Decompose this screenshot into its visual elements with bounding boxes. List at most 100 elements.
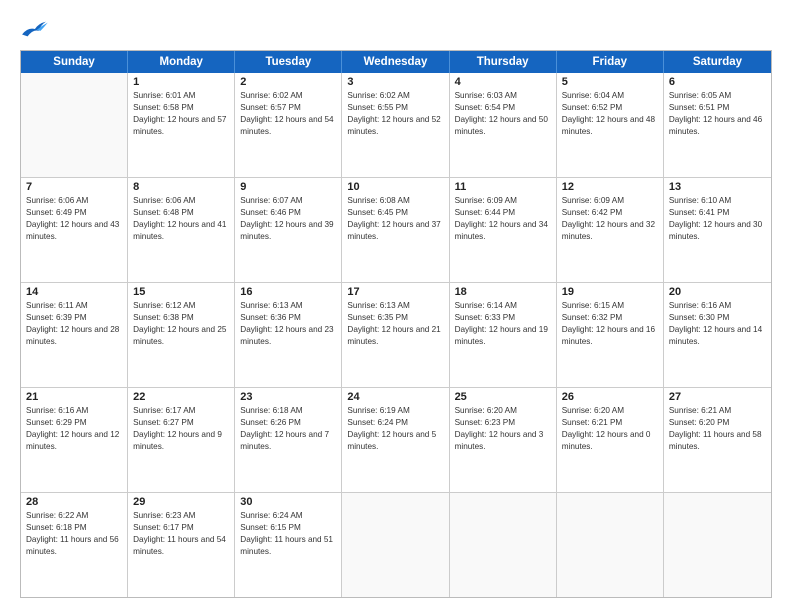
logo-icon: [20, 18, 48, 40]
calendar-cell: 26 Sunrise: 6:20 AM Sunset: 6:21 PM Dayl…: [557, 388, 664, 492]
day-number: 6: [669, 76, 766, 88]
calendar: SundayMondayTuesdayWednesdayThursdayFrid…: [20, 50, 772, 598]
day-number: 14: [26, 286, 122, 298]
sunrise-text: Sunrise: 6:06 AM: [133, 195, 229, 207]
daylight-text: Daylight: 11 hours and 56 minutes.: [26, 534, 122, 558]
page: SundayMondayTuesdayWednesdayThursdayFrid…: [0, 0, 792, 612]
sunset-text: Sunset: 6:27 PM: [133, 417, 229, 429]
header: [20, 18, 772, 40]
calendar-cell: 15 Sunrise: 6:12 AM Sunset: 6:38 PM Dayl…: [128, 283, 235, 387]
sunset-text: Sunset: 6:24 PM: [347, 417, 443, 429]
sunrise-text: Sunrise: 6:03 AM: [455, 90, 551, 102]
sunrise-text: Sunrise: 6:18 AM: [240, 405, 336, 417]
day-number: 19: [562, 286, 658, 298]
day-number: 21: [26, 391, 122, 403]
sunrise-text: Sunrise: 6:15 AM: [562, 300, 658, 312]
daylight-text: Daylight: 12 hours and 21 minutes.: [347, 324, 443, 348]
daylight-text: Daylight: 12 hours and 34 minutes.: [455, 219, 551, 243]
daylight-text: Daylight: 12 hours and 5 minutes.: [347, 429, 443, 453]
day-number: 16: [240, 286, 336, 298]
sunrise-text: Sunrise: 6:09 AM: [455, 195, 551, 207]
daylight-text: Daylight: 12 hours and 0 minutes.: [562, 429, 658, 453]
daylight-text: Daylight: 12 hours and 39 minutes.: [240, 219, 336, 243]
header-day-thursday: Thursday: [450, 51, 557, 73]
daylight-text: Daylight: 12 hours and 52 minutes.: [347, 114, 443, 138]
sunset-text: Sunset: 6:54 PM: [455, 102, 551, 114]
day-number: 12: [562, 181, 658, 193]
sunset-text: Sunset: 6:55 PM: [347, 102, 443, 114]
sunrise-text: Sunrise: 6:20 AM: [455, 405, 551, 417]
calendar-row-4: 21 Sunrise: 6:16 AM Sunset: 6:29 PM Dayl…: [21, 387, 771, 492]
sunset-text: Sunset: 6:33 PM: [455, 312, 551, 324]
daylight-text: Daylight: 12 hours and 19 minutes.: [455, 324, 551, 348]
calendar-cell: 1 Sunrise: 6:01 AM Sunset: 6:58 PM Dayli…: [128, 73, 235, 177]
daylight-text: Daylight: 12 hours and 7 minutes.: [240, 429, 336, 453]
day-number: 4: [455, 76, 551, 88]
logo: [20, 18, 52, 40]
daylight-text: Daylight: 11 hours and 58 minutes.: [669, 429, 766, 453]
daylight-text: Daylight: 12 hours and 12 minutes.: [26, 429, 122, 453]
calendar-cell: 14 Sunrise: 6:11 AM Sunset: 6:39 PM Dayl…: [21, 283, 128, 387]
calendar-cell: 2 Sunrise: 6:02 AM Sunset: 6:57 PM Dayli…: [235, 73, 342, 177]
sunset-text: Sunset: 6:17 PM: [133, 522, 229, 534]
calendar-cell: 19 Sunrise: 6:15 AM Sunset: 6:32 PM Dayl…: [557, 283, 664, 387]
sunset-text: Sunset: 6:46 PM: [240, 207, 336, 219]
sunrise-text: Sunrise: 6:20 AM: [562, 405, 658, 417]
day-number: 23: [240, 391, 336, 403]
sunset-text: Sunset: 6:23 PM: [455, 417, 551, 429]
calendar-cell: 5 Sunrise: 6:04 AM Sunset: 6:52 PM Dayli…: [557, 73, 664, 177]
day-number: 1: [133, 76, 229, 88]
daylight-text: Daylight: 12 hours and 41 minutes.: [133, 219, 229, 243]
calendar-cell: 12 Sunrise: 6:09 AM Sunset: 6:42 PM Dayl…: [557, 178, 664, 282]
calendar-cell: [21, 73, 128, 177]
sunset-text: Sunset: 6:49 PM: [26, 207, 122, 219]
day-number: 11: [455, 181, 551, 193]
sunrise-text: Sunrise: 6:16 AM: [26, 405, 122, 417]
calendar-cell: 27 Sunrise: 6:21 AM Sunset: 6:20 PM Dayl…: [664, 388, 771, 492]
daylight-text: Daylight: 12 hours and 9 minutes.: [133, 429, 229, 453]
calendar-cell: 28 Sunrise: 6:22 AM Sunset: 6:18 PM Dayl…: [21, 493, 128, 597]
daylight-text: Daylight: 12 hours and 3 minutes.: [455, 429, 551, 453]
sunset-text: Sunset: 6:30 PM: [669, 312, 766, 324]
day-number: 24: [347, 391, 443, 403]
sunrise-text: Sunrise: 6:06 AM: [26, 195, 122, 207]
calendar-cell: 29 Sunrise: 6:23 AM Sunset: 6:17 PM Dayl…: [128, 493, 235, 597]
sunset-text: Sunset: 6:20 PM: [669, 417, 766, 429]
calendar-cell: [342, 493, 449, 597]
calendar-cell: 17 Sunrise: 6:13 AM Sunset: 6:35 PM Dayl…: [342, 283, 449, 387]
daylight-text: Daylight: 12 hours and 28 minutes.: [26, 324, 122, 348]
sunrise-text: Sunrise: 6:14 AM: [455, 300, 551, 312]
sunset-text: Sunset: 6:42 PM: [562, 207, 658, 219]
calendar-header: SundayMondayTuesdayWednesdayThursdayFrid…: [21, 51, 771, 73]
calendar-cell: 11 Sunrise: 6:09 AM Sunset: 6:44 PM Dayl…: [450, 178, 557, 282]
sunrise-text: Sunrise: 6:11 AM: [26, 300, 122, 312]
sunrise-text: Sunrise: 6:02 AM: [347, 90, 443, 102]
sunrise-text: Sunrise: 6:23 AM: [133, 510, 229, 522]
day-number: 18: [455, 286, 551, 298]
day-number: 26: [562, 391, 658, 403]
sunrise-text: Sunrise: 6:10 AM: [669, 195, 766, 207]
calendar-row-1: 1 Sunrise: 6:01 AM Sunset: 6:58 PM Dayli…: [21, 73, 771, 177]
sunrise-text: Sunrise: 6:13 AM: [347, 300, 443, 312]
calendar-cell: 8 Sunrise: 6:06 AM Sunset: 6:48 PM Dayli…: [128, 178, 235, 282]
header-day-saturday: Saturday: [664, 51, 771, 73]
daylight-text: Daylight: 12 hours and 37 minutes.: [347, 219, 443, 243]
daylight-text: Daylight: 12 hours and 57 minutes.: [133, 114, 229, 138]
sunrise-text: Sunrise: 6:13 AM: [240, 300, 336, 312]
daylight-text: Daylight: 12 hours and 50 minutes.: [455, 114, 551, 138]
day-number: 15: [133, 286, 229, 298]
sunrise-text: Sunrise: 6:09 AM: [562, 195, 658, 207]
sunset-text: Sunset: 6:18 PM: [26, 522, 122, 534]
day-number: 17: [347, 286, 443, 298]
day-number: 10: [347, 181, 443, 193]
daylight-text: Daylight: 12 hours and 16 minutes.: [562, 324, 658, 348]
calendar-cell: 9 Sunrise: 6:07 AM Sunset: 6:46 PM Dayli…: [235, 178, 342, 282]
day-number: 13: [669, 181, 766, 193]
sunrise-text: Sunrise: 6:21 AM: [669, 405, 766, 417]
calendar-row-3: 14 Sunrise: 6:11 AM Sunset: 6:39 PM Dayl…: [21, 282, 771, 387]
day-number: 27: [669, 391, 766, 403]
daylight-text: Daylight: 11 hours and 51 minutes.: [240, 534, 336, 558]
daylight-text: Daylight: 12 hours and 43 minutes.: [26, 219, 122, 243]
calendar-row-5: 28 Sunrise: 6:22 AM Sunset: 6:18 PM Dayl…: [21, 492, 771, 597]
day-number: 8: [133, 181, 229, 193]
